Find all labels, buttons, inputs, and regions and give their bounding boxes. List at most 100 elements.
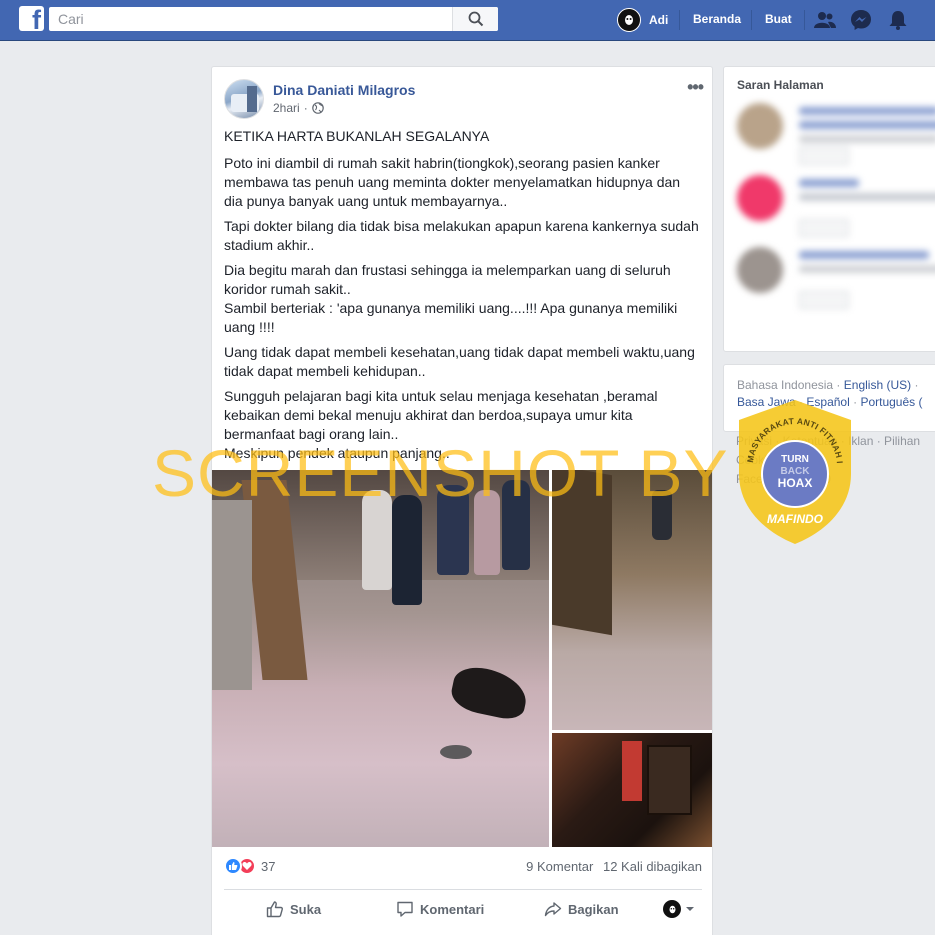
home-link[interactable]: Beranda — [693, 12, 741, 26]
nav-divider — [804, 10, 805, 30]
post-paragraph: Tapi dokter bilang dia tidak bisa melaku… — [224, 218, 699, 253]
dot-separator: · — [914, 378, 919, 392]
comment-label: Komentari — [420, 901, 485, 917]
post-paragraph: Sungguh pelajaran bagi kita untuk selau … — [224, 388, 658, 442]
messenger-button[interactable] — [849, 8, 873, 32]
facebook-logo-icon[interactable]: f — [19, 6, 44, 31]
caret-down-icon — [686, 907, 694, 911]
comment-button[interactable]: Komentari — [396, 900, 484, 918]
post-paragraph: Dia begitu marah dan frustasi sehingga i… — [224, 262, 671, 297]
post-text: KETIKA HARTA BUKANLAH SEGALANYA Poto ini… — [224, 127, 702, 469]
language-option[interactable]: Português ( — [860, 395, 922, 409]
share-arrow-icon — [544, 902, 562, 917]
post-time-label: 2hari — [273, 101, 300, 115]
photo-red-box — [622, 741, 642, 801]
post-photo-corridor[interactable] — [552, 470, 712, 730]
current-language: Bahasa Indonesia — [737, 378, 834, 392]
post-card: Dina Daniati Milagros 2hari · ••• KETIKA… — [152, 66, 728, 935]
author-avatar[interactable] — [224, 79, 264, 119]
photo-person — [502, 480, 530, 570]
suggested-page-avatar — [737, 175, 783, 221]
photo-person — [652, 490, 672, 540]
post-photo-grid — [212, 470, 712, 847]
action-divider — [224, 889, 702, 890]
suggested-page-name — [799, 121, 935, 129]
search-button[interactable] — [452, 7, 498, 31]
like-reaction-icon — [224, 857, 242, 875]
friends-icon — [814, 12, 836, 28]
messenger-icon — [851, 10, 871, 30]
search-icon — [468, 11, 483, 27]
photo-person — [362, 490, 392, 590]
post-options-button[interactable]: ••• — [687, 77, 704, 98]
reactions-summary[interactable]: 37 — [224, 857, 275, 875]
suggested-page-name — [799, 251, 929, 259]
photo-person — [474, 490, 500, 575]
post-paragraph: Poto ini diambil di rumah sakit habrin(t… — [224, 155, 681, 209]
svg-text:HOAX: HOAX — [778, 476, 813, 490]
comments-count-link[interactable]: 9 Komentar — [526, 859, 593, 874]
post-heading: KETIKA HARTA BUKANLAH SEGALANYA — [224, 128, 490, 144]
like-page-button[interactable] — [799, 291, 849, 309]
globe-icon — [311, 102, 324, 114]
svg-text:MAFINDO: MAFINDO — [767, 512, 824, 526]
comment-icon — [397, 901, 413, 917]
nav-divider — [679, 10, 680, 30]
suggested-page-avatar — [737, 103, 783, 149]
dot-separator: · — [303, 101, 308, 115]
like-label: Suka — [290, 901, 322, 917]
post-as-selector[interactable] — [663, 900, 695, 918]
post-stats: 37 9 Komentar 12 Kali dibagikan — [224, 857, 702, 877]
create-link[interactable]: Buat — [765, 12, 792, 26]
turnbackhoax-stamp-logo: MASYARAKAT ANTI FITNAH INDONESIA TURN BA… — [733, 396, 851, 544]
post-photo-bag[interactable] — [552, 733, 712, 847]
suggested-page-avatar — [737, 247, 783, 293]
suggested-page-name — [799, 179, 859, 187]
photo-bag — [448, 662, 531, 723]
post-action-bar: Suka Komentari Bagikan — [224, 895, 702, 925]
thumbs-up-icon — [266, 901, 283, 918]
dot-separator: · — [836, 378, 844, 392]
profile-link[interactable]: Adi — [617, 8, 668, 32]
friend-requests-button[interactable] — [813, 8, 837, 32]
post-paragraph: Sambil berteriak : 'apa gunanya memiliki… — [224, 300, 678, 335]
photo-wall — [552, 470, 612, 636]
suggested-page-meta — [799, 193, 935, 201]
reactions-count: 37 — [261, 858, 276, 874]
user-name-label: Adi — [649, 13, 669, 27]
avatar-photo-detail — [247, 86, 257, 112]
like-button[interactable]: Suka — [266, 900, 321, 918]
post-paragraph: Meskipun pendek ataupun panjang.. — [224, 445, 450, 461]
notifications-button[interactable] — [886, 8, 910, 32]
shares-count-link[interactable]: 12 Kali dibagikan — [603, 859, 702, 874]
share-label: Bagikan — [568, 901, 619, 917]
suggested-page-meta — [799, 265, 935, 273]
language-option[interactable]: English (US) — [844, 378, 911, 392]
bell-icon — [889, 11, 907, 30]
photo-person — [212, 500, 252, 690]
user-avatar — [617, 8, 641, 32]
post-photo-main[interactable] — [212, 470, 549, 847]
suggested-page-meta — [799, 135, 935, 143]
search-box — [49, 7, 498, 31]
search-input[interactable] — [49, 7, 449, 31]
mini-avatar-icon — [663, 900, 681, 918]
suggested-page-name — [799, 107, 935, 115]
like-page-button[interactable] — [799, 147, 849, 165]
suggested-pages-title: Saran Halaman — [737, 78, 824, 92]
top-navigation-bar: f Adi Beranda Buat — [0, 0, 935, 41]
like-page-button[interactable] — [799, 219, 849, 237]
svg-text:TURN: TURN — [781, 454, 809, 465]
comments-shares: 9 Komentar 12 Kali dibagikan — [526, 859, 702, 874]
author-name-link[interactable]: Dina Daniati Milagros — [273, 82, 415, 98]
post-paragraph: Uang tidak dapat membeli kesehatan,uang … — [224, 344, 695, 379]
photo-person — [392, 495, 422, 605]
suggested-pages-card: Saran Halaman — [723, 66, 935, 352]
nav-divider — [751, 10, 752, 30]
avatar-mask-icon — [625, 15, 633, 25]
photo-drain — [440, 745, 472, 759]
post-timestamp[interactable]: 2hari · — [273, 101, 324, 115]
share-button[interactable]: Bagikan — [544, 900, 619, 918]
photo-person — [437, 485, 469, 575]
photo-cabinet — [647, 745, 692, 815]
